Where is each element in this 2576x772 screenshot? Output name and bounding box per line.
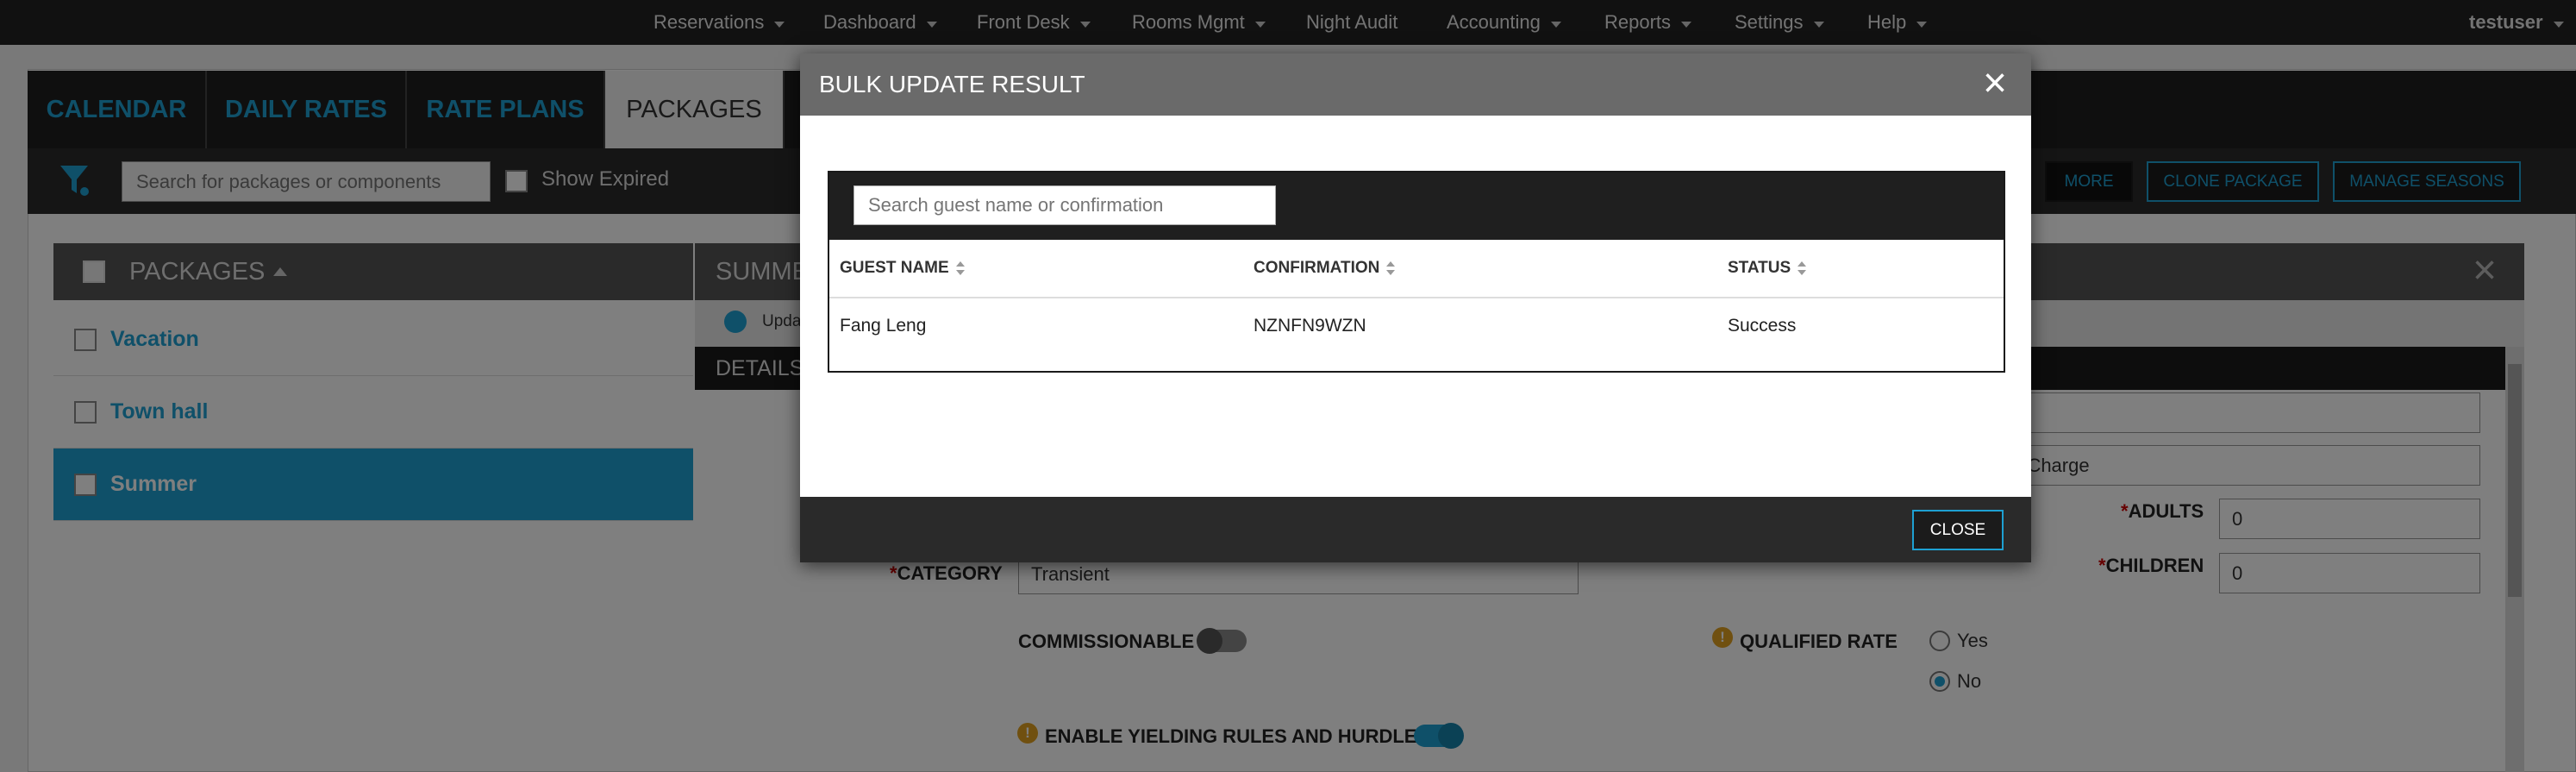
column-label: GUEST NAME	[840, 259, 949, 277]
column-status[interactable]: STATUS	[1728, 240, 1807, 297]
close-icon[interactable]: ×	[1983, 62, 2007, 105]
modal-footer: CLOSE	[800, 497, 2031, 562]
header-divider	[829, 297, 2004, 298]
modal-header: BULK UPDATE RESULT	[800, 53, 2031, 116]
cell-confirmation: NZNFN9WZN	[1254, 316, 1366, 336]
sort-icon	[1798, 261, 1807, 275]
results-grid: GUEST NAME CONFIRMATION STATUS Fang Leng…	[828, 171, 2005, 373]
column-label: STATUS	[1728, 259, 1791, 277]
column-guest-name[interactable]: GUEST NAME	[840, 240, 965, 297]
cell-status: Success	[1728, 316, 1797, 336]
column-confirmation[interactable]: CONFIRMATION	[1254, 240, 1396, 297]
sort-icon	[1386, 261, 1396, 275]
bulk-update-modal: BULK UPDATE RESULT × GUEST NAME CONFIRMA…	[800, 53, 2031, 562]
cell-guest-name: Fang Leng	[840, 316, 927, 336]
column-label: CONFIRMATION	[1254, 259, 1380, 277]
guest-search-input[interactable]	[853, 185, 1276, 225]
modal-title: BULK UPDATE RESULT	[819, 71, 1085, 97]
sort-icon	[955, 261, 965, 275]
close-button[interactable]: CLOSE	[1912, 510, 2004, 550]
close-button-label: CLOSE	[1929, 520, 1986, 539]
grid-toolbar	[829, 173, 2004, 240]
